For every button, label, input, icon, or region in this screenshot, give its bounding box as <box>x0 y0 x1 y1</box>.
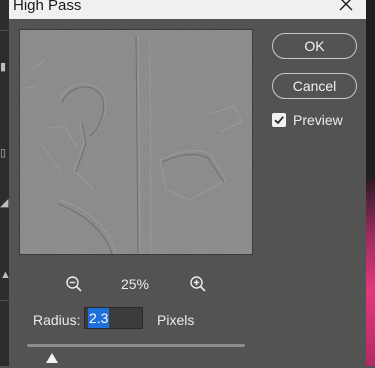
workspace-right-strip <box>366 0 375 366</box>
zoom-out-icon[interactable] <box>65 275 83 293</box>
canvas-edge <box>366 178 375 366</box>
tool-icon[interactable]: ▮ <box>0 60 9 74</box>
ok-button[interactable]: OK <box>272 33 357 59</box>
dialog-title: High Pass <box>13 0 82 14</box>
workspace-divider <box>0 300 9 301</box>
radius-value[interactable]: 2.3 <box>88 308 110 328</box>
close-icon[interactable] <box>336 0 356 15</box>
filter-preview[interactable] <box>19 29 253 255</box>
workspace-left-strip: ▮ ▯ ◢ ▲ <box>0 0 9 366</box>
zoom-in-icon[interactable] <box>189 275 207 293</box>
workspace-divider <box>0 30 9 31</box>
radius-slider-track[interactable] <box>27 344 245 347</box>
radius-input[interactable]: 2.3 <box>84 307 143 329</box>
radius-label: Radius: <box>33 312 81 328</box>
tool-icon[interactable]: ▯ <box>0 146 9 160</box>
tool-icon[interactable]: ▲ <box>0 268 9 282</box>
title-bar[interactable]: High Pass <box>9 0 366 19</box>
radius-unit-label: Pixels <box>157 312 195 328</box>
preview-label[interactable]: Preview <box>293 112 343 128</box>
tool-icon[interactable]: ◢ <box>0 196 9 210</box>
zoom-level: 25% <box>120 276 150 292</box>
cancel-button[interactable]: Cancel <box>272 73 357 99</box>
slider-thumb-icon[interactable] <box>46 350 58 363</box>
preview-checkbox[interactable] <box>272 113 286 127</box>
high-pass-dialog: High Pass 25% Radius: 2.3 Pixels OK Canc… <box>9 0 366 366</box>
checkmark-icon <box>274 116 284 125</box>
